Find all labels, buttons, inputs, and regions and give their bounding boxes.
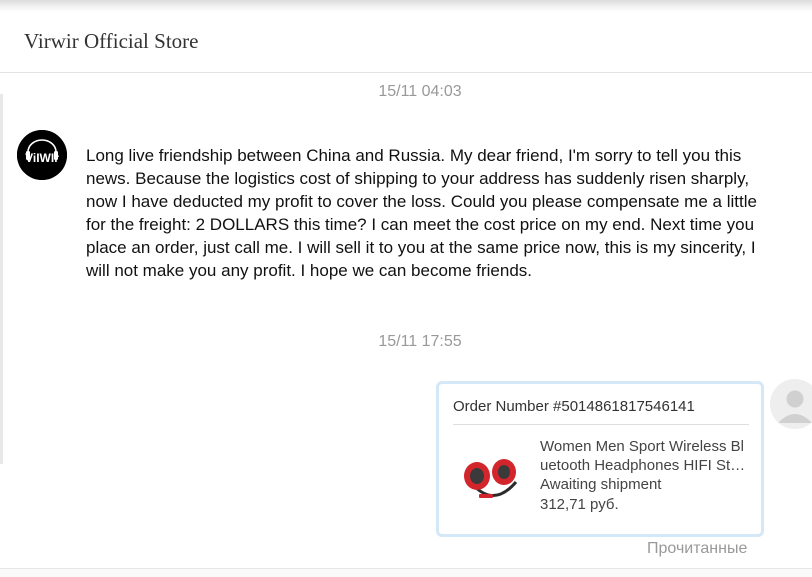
- message-timestamp: 15/11 04:03: [378, 83, 462, 100]
- store-avatar[interactable]: ViIWIr: [17, 130, 67, 180]
- store-logo-icon: ViIWIr: [17, 130, 67, 180]
- store-message-text: Long live friendship between China and R…: [86, 146, 757, 280]
- store-title: Virwir Official Store: [24, 29, 199, 53]
- user-avatar[interactable]: [770, 379, 812, 429]
- order-card-divider: [453, 424, 749, 425]
- message-timestamp: 15/11 17:55: [378, 333, 462, 350]
- order-card[interactable]: Order Number #5014861817546141 Women Men…: [436, 381, 764, 537]
- product-name-line: Women Men Sport Wireless Bl: [540, 438, 744, 455]
- chat-header: Virwir Official Store: [0, 12, 812, 73]
- product-name-line: uetooth Headphones HIFI Stereo: [540, 457, 747, 474]
- order-number[interactable]: Order Number #5014861817546141: [453, 398, 695, 415]
- window-top-shadow: [0, 0, 812, 12]
- order-status: Awaiting shipment: [540, 476, 662, 493]
- red-headphones-icon: [464, 459, 518, 498]
- product-thumbnail[interactable]: [459, 442, 525, 508]
- store-logo-text: ViIWIr: [25, 151, 59, 165]
- order-price: 312,71 руб.: [540, 496, 619, 513]
- left-border-rail: [0, 94, 3, 464]
- user-silhouette-icon: [770, 379, 812, 429]
- read-status: Прочитанные: [647, 540, 748, 557]
